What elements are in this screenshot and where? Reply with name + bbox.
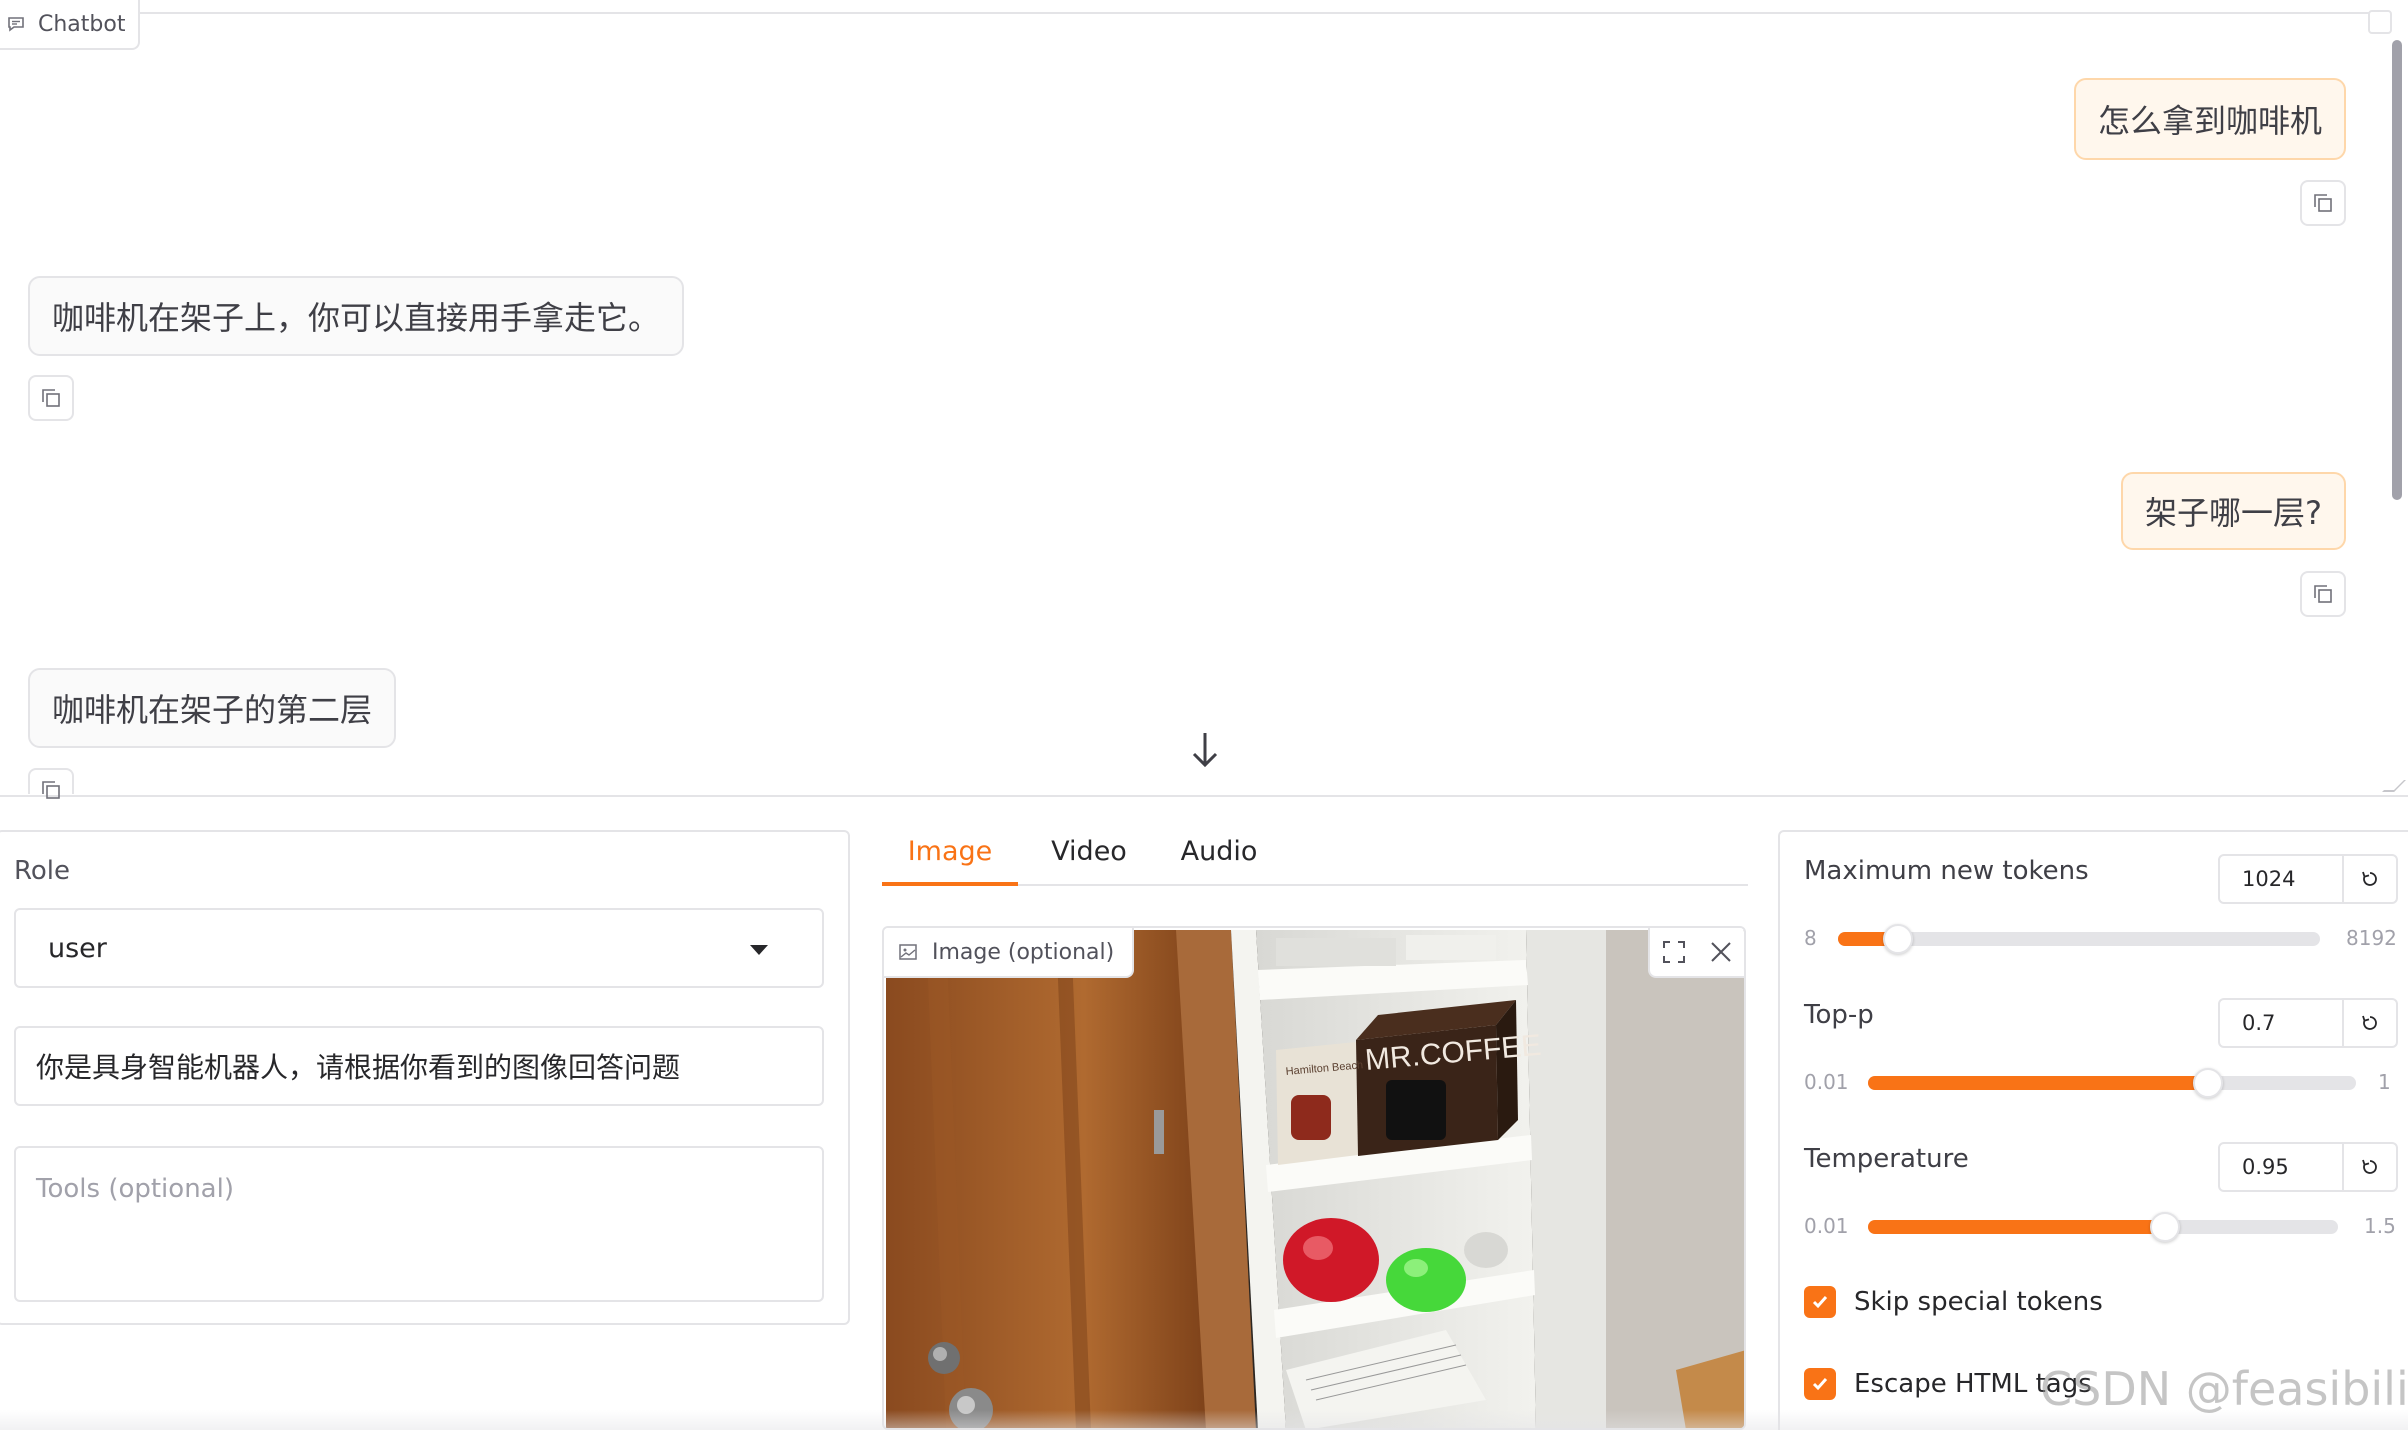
copy-button[interactable]	[2300, 571, 2346, 617]
fullscreen-icon[interactable]	[1661, 939, 1687, 965]
temperature-label: Temperature	[1804, 1144, 1969, 1174]
copy-button[interactable]	[28, 375, 74, 421]
reset-icon	[2362, 871, 2377, 886]
checkbox-label: Skip special tokens	[1854, 1287, 2103, 1317]
tab-video[interactable]: Video	[1034, 836, 1144, 886]
arrow-down-icon	[1192, 733, 1218, 768]
message-user: 架子哪一层?	[2121, 472, 2346, 550]
role-value: user	[48, 932, 107, 964]
image-label: Image (optional)	[884, 928, 1135, 978]
copy-icon	[2314, 585, 2332, 603]
top-p-input[interactable]: 0.7	[2218, 998, 2398, 1048]
checkbox-checked[interactable]	[1804, 1368, 1836, 1400]
chatbot-label-text: Chatbot	[38, 11, 126, 37]
reset-icon	[2362, 1015, 2377, 1030]
tab-audio[interactable]: Audio	[1164, 836, 1274, 886]
divider	[0, 12, 2390, 14]
reset-button[interactable]	[2344, 856, 2396, 902]
watermark: CSDN @feasibility.	[2040, 1362, 2408, 1416]
skip-special-tokens-checkbox[interactable]: Skip special tokens	[1804, 1286, 2103, 1318]
copy-button[interactable]	[28, 768, 74, 799]
image-toolbar	[1648, 928, 1744, 978]
image-label-text: Image (optional)	[932, 939, 1115, 965]
top-p-label: Top-p	[1804, 1000, 1874, 1030]
temperature-input[interactable]: 0.95	[2218, 1142, 2398, 1192]
chatbot-panel: Chatbot 怎么拿到咖啡机 咖啡机在架子上，你可以直接用手拿走它。 架子哪一…	[0, 0, 2408, 799]
system-prompt-text: 你是具身智能机器人，请根据你看到的图像回答问题	[36, 1051, 681, 1084]
tab-image[interactable]: Image	[882, 836, 1018, 886]
slider-fill	[1868, 1220, 2165, 1234]
tools-placeholder: Tools (optional)	[36, 1174, 234, 1204]
top-p-slider[interactable]	[1868, 1068, 2356, 1098]
max-tokens-input[interactable]: 1024	[2218, 854, 2398, 904]
slider-thumb[interactable]	[2150, 1212, 2180, 1242]
chatbot-label: Chatbot	[0, 0, 140, 50]
message-assistant: 咖啡机在架子的第二层	[28, 668, 397, 748]
top-p-value[interactable]: 0.7	[2220, 1000, 2344, 1046]
max-tokens-min: 8	[1804, 926, 1817, 950]
slider-thumb[interactable]	[2193, 1068, 2223, 1098]
temperature-min: 0.01	[1804, 1214, 1849, 1238]
role-dropdown[interactable]: user	[14, 908, 824, 988]
resize-handle[interactable]	[2382, 780, 2406, 792]
uploaded-image: MR.COFFEE Hamilton Beach	[886, 930, 1744, 1428]
chat-scrollbar[interactable]	[2392, 40, 2402, 500]
copy-icon	[42, 781, 60, 799]
checkmark-icon	[1812, 1378, 1828, 1391]
copy-icon	[42, 389, 60, 407]
shelf-photo: MR.COFFEE Hamilton Beach	[886, 930, 1744, 1428]
max-tokens-value[interactable]: 1024	[2220, 856, 2344, 902]
message-assistant: 咖啡机在架子上，你可以直接用手拿走它。	[28, 276, 685, 356]
caret-down-icon	[750, 945, 768, 955]
reset-icon	[2362, 1159, 2377, 1174]
message-user: 怎么拿到咖啡机	[2073, 78, 2346, 160]
checkmark-icon	[1812, 1296, 1828, 1309]
copy-button[interactable]	[2300, 180, 2346, 226]
reset-button[interactable]	[2344, 1000, 2396, 1046]
max-tokens-max: 8192	[2346, 926, 2397, 950]
temperature-slider[interactable]	[1868, 1212, 2338, 1242]
scroll-down-button[interactable]	[1183, 728, 1227, 772]
image-upload-panel[interactable]: Image (optional) MR.COFFEE Hamilton Beac…	[882, 926, 1746, 1430]
tools-input[interactable]: Tools (optional)	[14, 1146, 824, 1302]
close-icon[interactable]	[1708, 939, 1734, 965]
top-p-max: 1	[2378, 1070, 2391, 1094]
image-icon	[899, 944, 917, 960]
input-panel: Role user 你是具身智能机器人，请根据你看到的图像回答问题 Tools …	[0, 830, 850, 1325]
temperature-value[interactable]: 0.95	[2220, 1144, 2344, 1190]
top-p-min: 0.01	[1804, 1070, 1849, 1094]
slider-thumb[interactable]	[1883, 924, 1913, 954]
media-tabs: Image Video Audio	[882, 830, 1748, 886]
role-label: Role	[14, 856, 71, 886]
copy-icon	[2314, 194, 2332, 212]
max-tokens-slider[interactable]	[1838, 924, 2320, 954]
system-prompt-input[interactable]: 你是具身智能机器人，请根据你看到的图像回答问题	[14, 1026, 824, 1106]
clear-icon[interactable]	[2368, 10, 2392, 34]
slider-fill	[1868, 1076, 2208, 1090]
max-tokens-label: Maximum new tokens	[1804, 856, 2089, 886]
reset-button[interactable]	[2344, 1144, 2396, 1190]
generation-params-panel: Maximum new tokens 1024 8 8192 Top-p 0.7…	[1778, 830, 2408, 1430]
checkbox-checked[interactable]	[1804, 1286, 1836, 1318]
temperature-max: 1.5	[2364, 1214, 2396, 1238]
chat-icon	[8, 17, 24, 32]
